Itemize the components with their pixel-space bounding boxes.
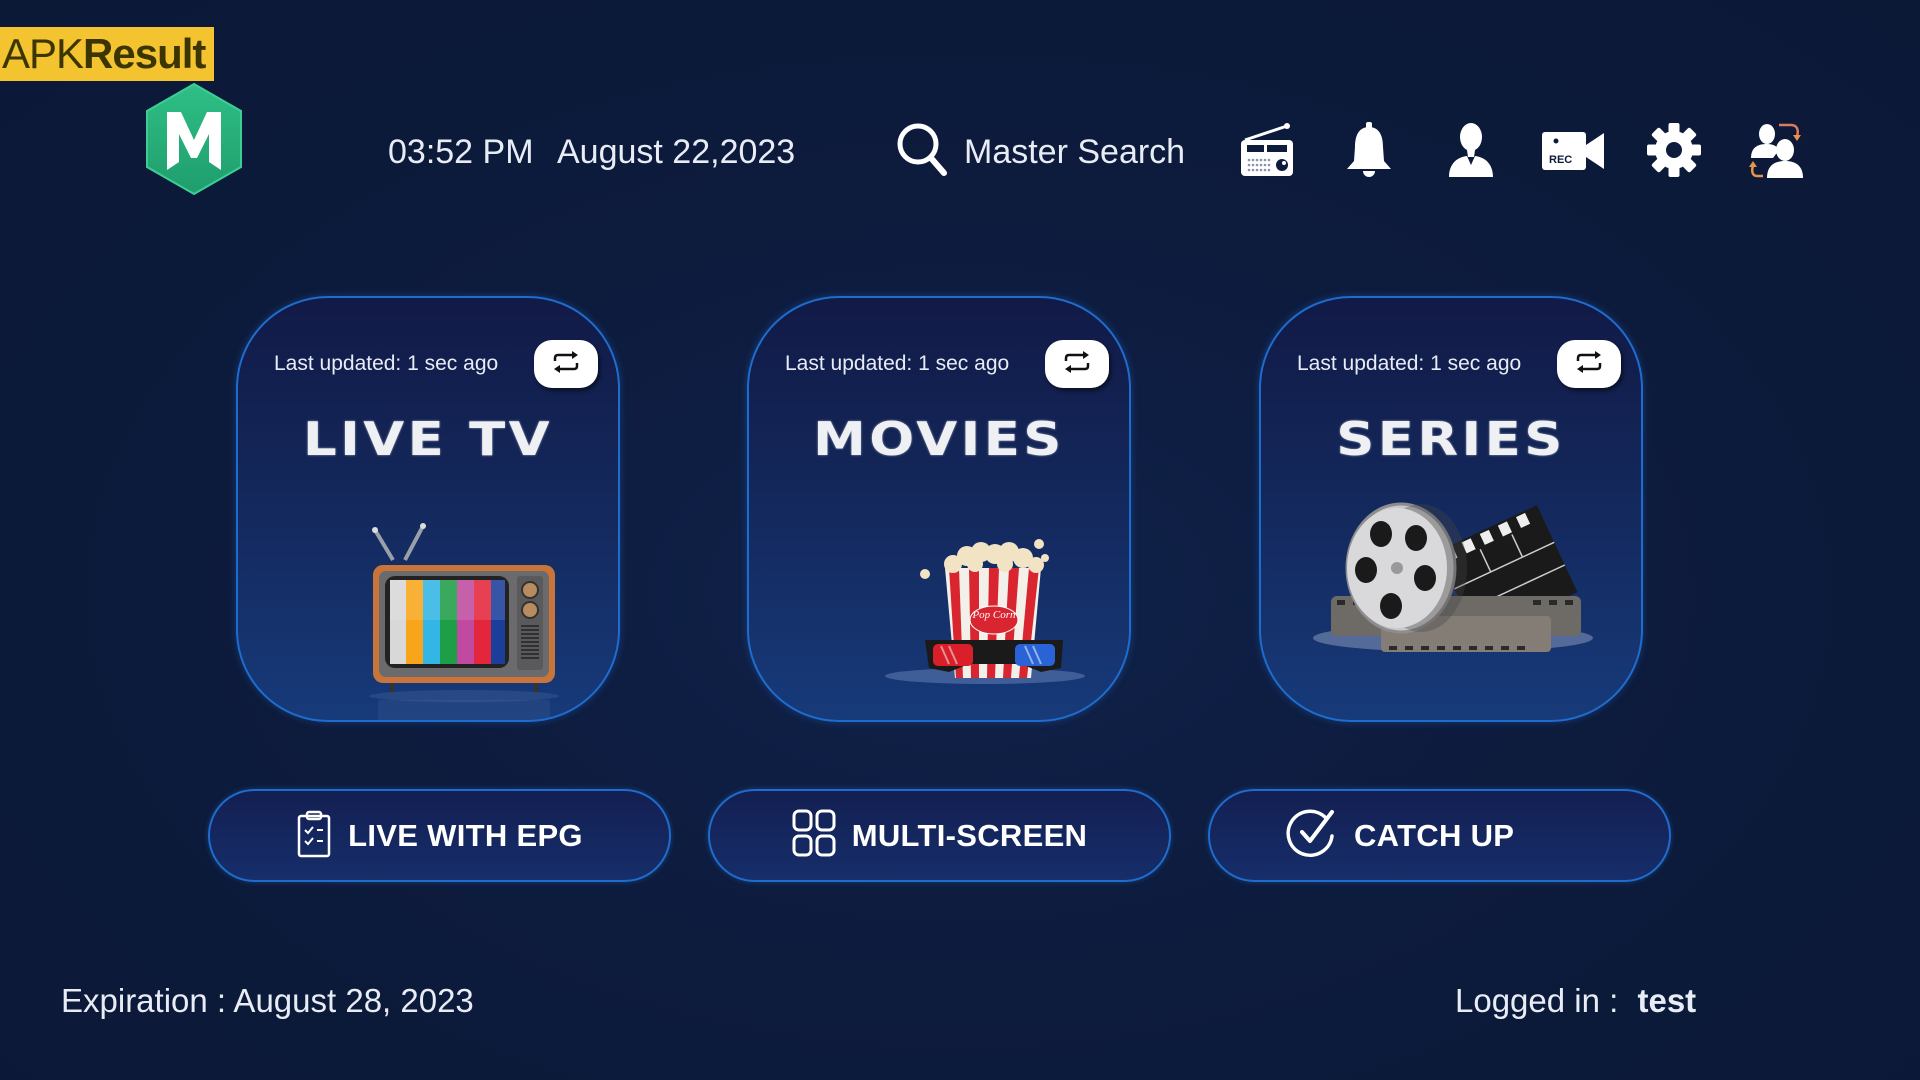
master-search-label: Master Search: [964, 133, 1186, 171]
notification-bell-icon: [1344, 121, 1394, 184]
radio-icon: [1239, 122, 1295, 183]
profile-button[interactable]: [1440, 122, 1502, 182]
catch-up-label: CATCH UP: [1354, 817, 1515, 853]
search-icon: [894, 120, 950, 185]
rec-badge-text: REC: [1549, 154, 1572, 166]
card-last-updated: Last updated: 1 sec ago: [274, 352, 499, 375]
catch-up-button[interactable]: CATCH UP: [1208, 789, 1671, 882]
radio-button[interactable]: [1236, 122, 1298, 182]
settings-button[interactable]: [1643, 122, 1705, 182]
logged-in-status: Logged in : test: [1455, 982, 1696, 1020]
recordings-button[interactable]: REC: [1540, 122, 1606, 182]
circle-check-icon: [1286, 806, 1338, 865]
card-title: MOVIES: [813, 412, 1065, 466]
card-last-updated: Last updated: 1 sec ago: [785, 352, 1010, 375]
refresh-series-button[interactable]: [1557, 340, 1621, 388]
card-movies[interactable]: Last updated: 1 sec ago MOVIES Pop Corn: [747, 296, 1131, 722]
switch-user-button[interactable]: [1746, 122, 1808, 182]
refresh-movies-button[interactable]: [1045, 340, 1109, 388]
notifications-button[interactable]: [1338, 121, 1400, 184]
current-time: 03:52 PM: [388, 133, 534, 171]
current-date: August 22,2023: [557, 133, 796, 171]
multi-screen-button[interactable]: MULTI-SCREEN: [708, 789, 1171, 882]
grid-four-squares-icon: [792, 809, 836, 862]
card-live-tv[interactable]: Last updated: 1 sec ago LIVE TV: [236, 296, 620, 722]
apkresult-watermark: APK Result: [0, 27, 214, 81]
refresh-icon: [1063, 350, 1091, 379]
card-title: SERIES: [1336, 412, 1566, 466]
refresh-icon: [552, 350, 580, 379]
live-with-epg-label: LIVE WITH EPG: [348, 817, 583, 853]
card-title: LIVE TV: [302, 412, 554, 466]
master-search-button[interactable]: Master Search: [894, 120, 1185, 185]
expiration-date: Expiration : August 28, 2023: [61, 982, 474, 1019]
watermark-suffix: Result: [83, 30, 206, 77]
watermark-prefix: APK: [2, 30, 84, 77]
clipboard-checklist-icon: [296, 808, 332, 863]
switch-user-icon: [1747, 120, 1807, 185]
retro-tv-illustration: [238, 468, 618, 720]
popcorn-3d-glasses-illustration: Pop Corn: [749, 468, 1129, 720]
logged-in-username: test: [1637, 982, 1697, 1019]
film-reel-clapperboard-illustration: [1261, 468, 1641, 720]
record-camera-icon: REC: [1541, 125, 1605, 180]
settings-gear-icon: [1646, 122, 1702, 183]
popcorn-label: Pop Corn: [971, 609, 1016, 621]
refresh-live-tv-button[interactable]: [534, 340, 598, 388]
app-logo[interactable]: [143, 82, 245, 196]
card-last-updated: Last updated: 1 sec ago: [1297, 352, 1522, 375]
multi-screen-label: MULTI-SCREEN: [851, 817, 1088, 853]
user-profile-icon: [1446, 121, 1496, 184]
card-series[interactable]: Last updated: 1 sec ago SERIES: [1259, 296, 1643, 722]
live-with-epg-button[interactable]: LIVE WITH EPG: [208, 789, 671, 882]
refresh-icon: [1575, 350, 1603, 379]
logged-in-label: Logged in :: [1455, 982, 1619, 1019]
